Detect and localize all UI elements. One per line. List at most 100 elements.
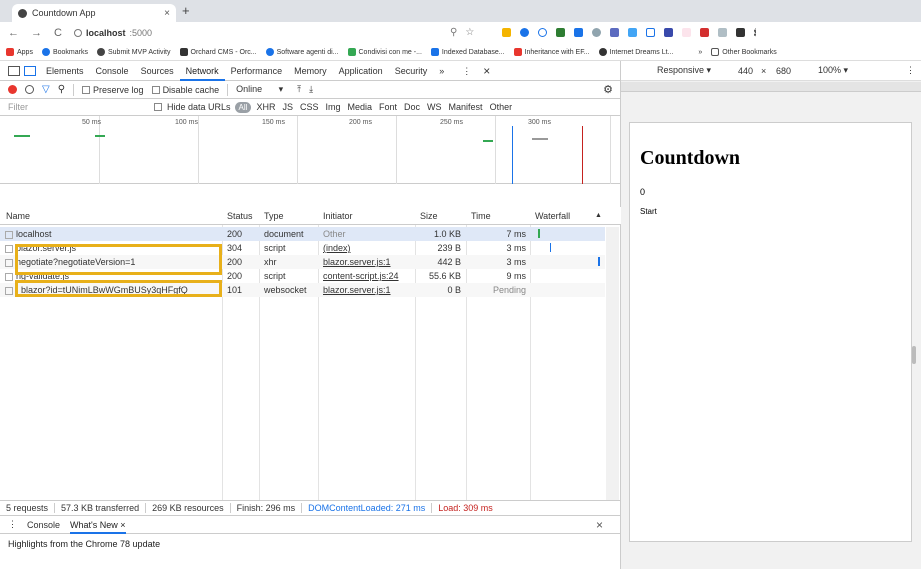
zoom-select[interactable]: 100% ▾ — [818, 65, 848, 76]
device-toolbar-icon[interactable] — [24, 65, 36, 76]
timeline-overview[interactable]: 50 ms 100 ms 150 ms 200 ms 250 ms 300 ms — [0, 116, 621, 184]
filter-doc[interactable]: Doc — [404, 102, 420, 112]
request-initiator-link[interactable]: (index) — [323, 241, 351, 255]
close-icon[interactable]: × — [120, 520, 125, 530]
star-icon[interactable]: ☆ — [465, 27, 474, 38]
request-initiator-link[interactable]: blazor.server.js:1 — [323, 255, 391, 269]
drawer-menu-icon[interactable]: ⋮ — [8, 519, 17, 530]
forward-button[interactable]: → — [31, 27, 42, 39]
request-name[interactable]: localhost — [0, 227, 218, 241]
filter-icon[interactable]: ▽ — [42, 84, 50, 95]
tab-console[interactable]: Console — [90, 61, 135, 81]
tab-network[interactable]: Network — [179, 61, 225, 81]
hide-data-urls-checkbox[interactable]: Hide data URLs — [154, 102, 231, 112]
extension-icon[interactable] — [646, 28, 655, 37]
search-icon[interactable]: ⚲ — [58, 84, 65, 95]
tab-application[interactable]: Application — [333, 61, 389, 81]
new-tab-button[interactable]: + — [182, 3, 190, 18]
device-width-input[interactable]: 440 — [738, 66, 753, 76]
drawer-tab-whats-new[interactable]: What's New × — [70, 516, 126, 534]
device-height-input[interactable]: 680 — [776, 66, 791, 76]
request-initiator-link[interactable]: blazor.server.js:1 — [323, 283, 391, 297]
checkbox[interactable] — [151, 86, 160, 95]
devtools-menu-icon[interactable]: ⋮ — [456, 61, 477, 81]
filter-css[interactable]: CSS — [300, 102, 319, 112]
bookmark-item[interactable]: Inheritance with EF... — [513, 48, 590, 56]
checkbox[interactable] — [82, 86, 91, 95]
more-tabs-button[interactable]: » — [433, 61, 450, 81]
extension-icon[interactable] — [682, 28, 691, 37]
tab-security[interactable]: Security — [389, 61, 434, 81]
filter-font[interactable]: Font — [379, 102, 397, 112]
filter-img[interactable]: Img — [325, 102, 340, 112]
throttling-select[interactable]: Online ▾ — [236, 84, 283, 95]
start-button[interactable]: Start — [640, 207, 657, 216]
bookmark-item[interactable]: Orchard CMS - Orc... — [179, 48, 257, 56]
zoom-icon[interactable]: ⚲ — [450, 27, 457, 38]
extension-icon[interactable] — [718, 28, 727, 37]
bookmark-item[interactable]: Software agenti di... — [265, 48, 339, 56]
clear-icon[interactable] — [25, 85, 34, 94]
extension-icon[interactable] — [592, 28, 601, 37]
request-initiator-link[interactable]: content-script.js:24 — [323, 269, 399, 283]
extension-icon[interactable] — [556, 28, 565, 37]
filter-other[interactable]: Other — [490, 102, 513, 112]
other-bookmarks[interactable]: Other Bookmarks — [711, 48, 777, 56]
filter-input[interactable]: Filter — [0, 102, 140, 112]
tab-memory[interactable]: Memory — [288, 61, 333, 81]
viewport-resize-handle[interactable] — [912, 346, 916, 364]
bookmark-item[interactable]: Condivisi con me -... — [347, 48, 422, 56]
column-header-time[interactable]: Time — [471, 207, 527, 224]
extension-icon[interactable] — [700, 28, 709, 37]
tab-sources[interactable]: Sources — [135, 61, 180, 81]
reload-button[interactable]: C — [54, 27, 62, 39]
column-header-waterfall[interactable]: Waterfall — [535, 207, 585, 224]
tab-performance[interactable]: Performance — [225, 61, 289, 81]
filter-xhr[interactable]: XHR — [256, 102, 275, 112]
disable-cache-checkbox[interactable]: Disable cache — [151, 85, 219, 95]
scrollbar[interactable] — [606, 227, 619, 500]
filter-js[interactable]: JS — [282, 102, 293, 112]
bookmarks-more-button[interactable]: » — [698, 49, 702, 56]
bookmark-item[interactable]: Indexed Database... — [430, 48, 505, 56]
back-button[interactable]: ← — [8, 27, 19, 39]
filter-manifest[interactable]: Manifest — [449, 102, 483, 112]
device-more-button[interactable]: ⋮ — [906, 65, 915, 76]
extension-icon[interactable] — [664, 28, 673, 37]
bookmark-item[interactable]: Bookmarks — [41, 48, 88, 56]
column-header-status[interactable]: Status — [227, 207, 259, 224]
column-header-type[interactable]: Type — [264, 207, 314, 224]
inspect-icon[interactable] — [8, 65, 20, 76]
column-header-initiator[interactable]: Initiator — [323, 207, 413, 224]
extension-icon[interactable] — [610, 28, 619, 37]
extension-icon[interactable] — [628, 28, 637, 37]
devtools-close-button[interactable]: × — [477, 61, 496, 81]
extension-icon[interactable] — [538, 28, 547, 37]
record-icon[interactable] — [8, 85, 17, 94]
drawer-close-button[interactable]: × — [596, 518, 603, 532]
column-header-name[interactable]: Name — [6, 207, 216, 224]
bookmark-item[interactable]: Internet Dreams Lt... — [598, 48, 673, 56]
extension-icon[interactable] — [574, 28, 583, 37]
bookmark-item[interactable]: Apps — [6, 48, 33, 56]
drawer-tab-console[interactable]: Console — [27, 520, 60, 530]
filter-all-button[interactable]: All — [234, 101, 252, 113]
extension-icon[interactable] — [502, 28, 511, 37]
filter-media[interactable]: Media — [348, 102, 373, 112]
extension-icon[interactable] — [736, 28, 745, 37]
url-field[interactable]: localhost:5000 — [73, 28, 152, 38]
bookmark-item[interactable]: Submit MVP Activity — [96, 48, 171, 56]
filter-ws[interactable]: WS — [427, 102, 442, 112]
menu-icon[interactable] — [754, 28, 757, 37]
tab-elements[interactable]: Elements — [40, 61, 90, 81]
import-har-icon[interactable]: ⤒ — [297, 84, 301, 95]
preserve-log-checkbox[interactable]: Preserve log — [82, 85, 144, 95]
export-har-icon[interactable]: ⤓ — [309, 84, 313, 95]
extension-icon[interactable] — [520, 28, 529, 37]
device-mode-select[interactable]: Responsive ▾ — [657, 65, 711, 76]
settings-gear-icon[interactable]: ⚙ — [603, 83, 613, 96]
checkbox[interactable] — [154, 103, 162, 111]
browser-tab[interactable]: Countdown App × — [12, 4, 176, 22]
tab-close-button[interactable]: × — [164, 8, 170, 19]
sort-up-icon[interactable]: ▲ — [595, 207, 605, 224]
